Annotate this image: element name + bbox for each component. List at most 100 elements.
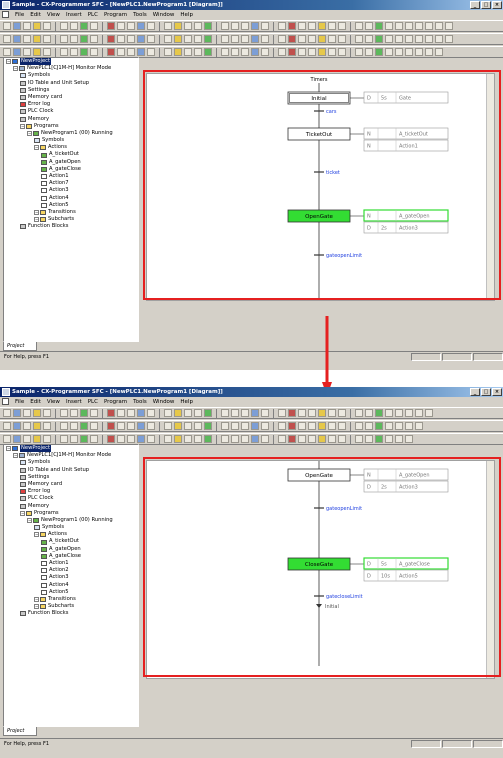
toolbar-button-icon[interactable]: [385, 22, 393, 30]
expand-toggle-icon[interactable]: −: [34, 145, 39, 151]
toolbar-button-icon[interactable]: [395, 22, 403, 30]
tree-item[interactable]: Symbols: [4, 137, 138, 144]
toolbar-button-icon[interactable]: [204, 35, 212, 43]
toolbar-button-icon[interactable]: [278, 435, 286, 443]
toolbar-button-icon[interactable]: [375, 35, 383, 43]
toolbar-button-icon[interactable]: [80, 48, 88, 56]
menu-insert[interactable]: Insert: [66, 399, 82, 405]
tree-item[interactable]: A_gateOpen: [4, 546, 138, 553]
menu-tools[interactable]: Tools: [133, 12, 147, 18]
toolbar-button-icon[interactable]: [174, 35, 182, 43]
toolbar-button-icon[interactable]: [137, 422, 145, 430]
toolbar-button-icon[interactable]: [13, 409, 21, 417]
toolbar-button-icon[interactable]: [308, 435, 316, 443]
toolbar-button-icon[interactable]: [425, 48, 433, 56]
expand-toggle-icon[interactable]: −: [34, 217, 39, 223]
toolbar-button-icon[interactable]: [365, 422, 373, 430]
tree-item[interactable]: Action5: [4, 202, 138, 209]
expand-toggle-icon[interactable]: −: [20, 123, 25, 129]
toolbar-button-icon[interactable]: [298, 22, 306, 30]
menu-file[interactable]: File: [15, 399, 24, 405]
tree-item[interactable]: A_gateClose: [4, 553, 138, 560]
toolbar-button-icon[interactable]: [107, 48, 115, 56]
vertical-scrollbar[interactable]: [486, 74, 494, 300]
toolbar-button-icon[interactable]: [298, 35, 306, 43]
toolbar-button-icon[interactable]: [241, 35, 249, 43]
toolbar-button-icon[interactable]: [194, 48, 202, 56]
toolbar-button-icon[interactable]: [33, 435, 41, 443]
toolbar-button-icon[interactable]: [221, 409, 229, 417]
toolbar-button-icon[interactable]: [288, 409, 296, 417]
toolbar-button-icon[interactable]: [174, 48, 182, 56]
toolbar-button-icon[interactable]: [405, 48, 413, 56]
toolbar-button-icon[interactable]: [107, 435, 115, 443]
maximize-button[interactable]: □: [481, 1, 491, 9]
toolbar-button-icon[interactable]: [3, 422, 11, 430]
toolbar-button-icon[interactable]: [375, 48, 383, 56]
toolbar-button-icon[interactable]: [425, 409, 433, 417]
toolbar-button-icon[interactable]: [33, 22, 41, 30]
close-button[interactable]: ×: [492, 1, 502, 9]
tree-item[interactable]: Action5: [4, 589, 138, 596]
toolbar-button-icon[interactable]: [298, 409, 306, 417]
toolbar-button-icon[interactable]: [355, 48, 363, 56]
toolbar-button-icon[interactable]: [365, 35, 373, 43]
tree-item[interactable]: Action4: [4, 195, 138, 202]
tree-item[interactable]: A_ticketOut: [4, 538, 138, 545]
toolbar-button-icon[interactable]: [80, 435, 88, 443]
toolbar-button-icon[interactable]: [184, 22, 192, 30]
toolbar-button-icon[interactable]: [435, 22, 443, 30]
toolbar-button-icon[interactable]: [70, 422, 78, 430]
tree-item[interactable]: Action3: [4, 187, 138, 194]
tree-item[interactable]: − NewProject: [4, 445, 138, 453]
toolbar-button-icon[interactable]: [261, 435, 269, 443]
toolbar-button-icon[interactable]: [395, 409, 403, 417]
toolbar-button-icon[interactable]: [288, 422, 296, 430]
toolbar-button-icon[interactable]: [395, 422, 403, 430]
vertical-scrollbar[interactable]: [486, 461, 494, 678]
tree-item[interactable]: − Transitions: [4, 209, 138, 216]
toolbar-button-icon[interactable]: [425, 22, 433, 30]
toolbar-button-icon[interactable]: [43, 409, 51, 417]
toolbar-button-icon[interactable]: [60, 409, 68, 417]
toolbar-button-icon[interactable]: [70, 22, 78, 30]
minimize-button[interactable]: _: [470, 1, 480, 9]
expand-toggle-icon[interactable]: −: [27, 517, 32, 523]
toolbar-button-icon[interactable]: [288, 22, 296, 30]
toolbar-button-icon[interactable]: [221, 422, 229, 430]
toolbar-button-icon[interactable]: [365, 48, 373, 56]
toolbar-button-icon[interactable]: [435, 35, 443, 43]
toolbar-button-icon[interactable]: [355, 435, 363, 443]
project-tab[interactable]: Project: [3, 342, 37, 351]
toolbar-button-icon[interactable]: [385, 422, 393, 430]
tree-item[interactable]: A_gateOpen: [4, 159, 138, 166]
toolbar-button-icon[interactable]: [13, 435, 21, 443]
tree-item[interactable]: Error log: [4, 488, 138, 495]
toolbar-button-icon[interactable]: [251, 22, 259, 30]
menu-window[interactable]: Window: [153, 12, 175, 18]
toolbar-button-icon[interactable]: [221, 35, 229, 43]
toolbar-button-icon[interactable]: [241, 48, 249, 56]
toolbar-button-icon[interactable]: [164, 48, 172, 56]
toolbar-button-icon[interactable]: [261, 35, 269, 43]
toolbar-button-icon[interactable]: [117, 422, 125, 430]
toolbar-button-icon[interactable]: [80, 409, 88, 417]
toolbar-button-icon[interactable]: [90, 35, 98, 43]
toolbar-button-icon[interactable]: [90, 422, 98, 430]
toolbar-button-icon[interactable]: [241, 435, 249, 443]
tree-item[interactable]: IO Table and Unit Setup: [4, 467, 138, 474]
expand-toggle-icon[interactable]: −: [27, 130, 32, 136]
tree-item[interactable]: Symbols: [4, 524, 138, 531]
expand-toggle-icon[interactable]: −: [34, 597, 39, 603]
tree-item[interactable]: − Programs: [4, 123, 138, 130]
toolbar-button-icon[interactable]: [395, 435, 403, 443]
toolbar-button-icon[interactable]: [288, 35, 296, 43]
toolbar-button-icon[interactable]: [80, 35, 88, 43]
menu-view[interactable]: View: [47, 399, 60, 405]
toolbar-button-icon[interactable]: [13, 422, 21, 430]
toolbar-button-icon[interactable]: [147, 422, 155, 430]
tree-item[interactable]: − Subcharts: [4, 603, 138, 610]
tree-item[interactable]: − Subcharts: [4, 216, 138, 223]
toolbar-button-icon[interactable]: [33, 48, 41, 56]
toolbar-button-icon[interactable]: [90, 22, 98, 30]
